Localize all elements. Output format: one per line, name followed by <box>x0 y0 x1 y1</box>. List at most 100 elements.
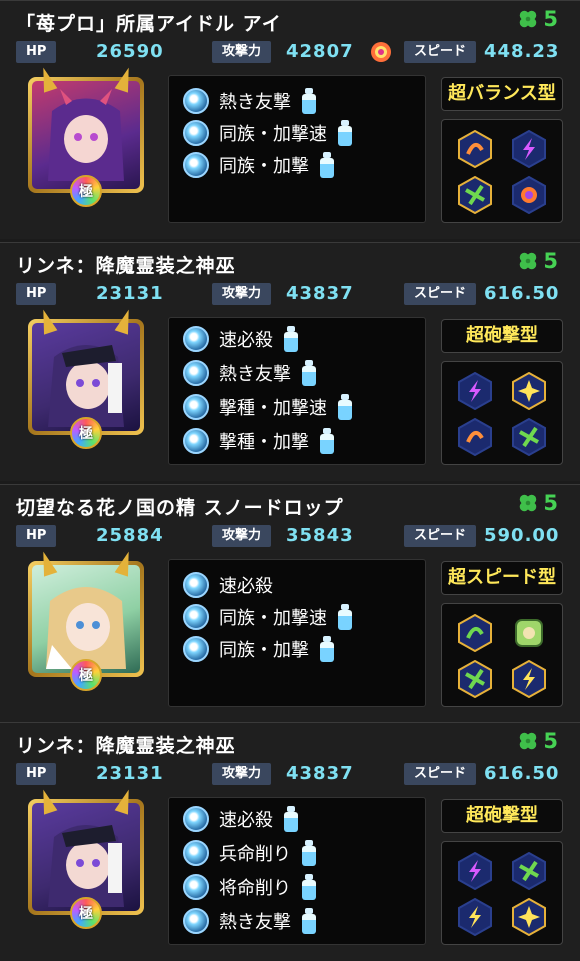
ability-label: 撃種・加撃 <box>219 432 309 453</box>
hp-label: HP <box>16 763 57 785</box>
monster-name: リンネ：降魔霊装之神巫 <box>16 255 236 277</box>
bottle-icon <box>319 428 335 454</box>
lightning-icon <box>458 898 492 936</box>
monster-card[interactable]: リンネ：降魔霊装之神巫 5 HP 23131 攻撃力 43837 スピード 61… <box>0 722 580 961</box>
hp-value: 25884 <box>96 525 164 546</box>
bottle-icon <box>301 840 317 866</box>
sun-gear-icon <box>512 176 546 214</box>
speed-label: スピード <box>404 763 477 785</box>
ability-label: 熱き友撃 <box>219 912 291 933</box>
recovery-icon <box>458 130 492 168</box>
kiwami-badge: 極 <box>70 417 102 449</box>
ability-row: 同族・加撃 <box>183 634 335 664</box>
ability-row: 熱き友撃 <box>183 86 317 116</box>
ability-row: 同族・加撃速 <box>183 118 353 148</box>
lightning-icon <box>512 660 546 698</box>
gauge-panel <box>441 119 563 223</box>
speed-value: 590.00 <box>484 525 560 546</box>
dark-blast-icon <box>458 176 492 214</box>
hp-value: 23131 <box>96 763 164 784</box>
speed-label: スピード <box>404 41 477 63</box>
monster-portrait[interactable]: 極 <box>28 549 144 691</box>
attack-label: 攻撃力 <box>212 41 272 63</box>
ability-gem-icon <box>183 604 209 630</box>
bottle-icon <box>319 636 335 662</box>
ability-row: 同族・加撃速 <box>183 602 353 632</box>
ability-row: 撃種・加撃速 <box>183 392 353 422</box>
ability-row: 速必殺 <box>183 324 299 354</box>
monster-card[interactable]: リンネ：降魔霊装之神巫 5 HP 23131 攻撃力 43837 スピード 61… <box>0 242 580 481</box>
ability-label: 速必殺 <box>219 330 273 351</box>
kiwami-badge: 極 <box>70 897 102 929</box>
attack-value: 35843 <box>286 525 354 546</box>
luck-badge: 5 <box>517 729 558 753</box>
ability-row: 速必殺 <box>183 804 299 834</box>
ability-label: 撃種・加撃速 <box>219 398 327 419</box>
bottle-icon <box>337 120 353 146</box>
ability-label: 速必殺 <box>219 810 273 831</box>
stats-row: HP 26590 攻撃力 42807 スピード 448.23 <box>16 41 568 65</box>
ability-row: 熱き友撃 <box>183 358 317 388</box>
monster-card[interactable]: 「苺プロ」所属アイドル アイ 5 HP 26590 攻撃力 42807 スピード… <box>0 0 580 239</box>
stats-row: HP 23131 攻撃力 43837 スピード 616.50 <box>16 763 568 787</box>
ability-gem-icon <box>183 908 209 934</box>
bottle-icon <box>283 326 299 352</box>
abilities-panel: 速必殺 熱き友撃 撃種・加撃速 撃種・加撃 <box>168 317 426 465</box>
dark-blast-icon <box>512 852 546 890</box>
bottle-icon <box>283 806 299 832</box>
luck-badge: 5 <box>517 249 558 273</box>
ability-row: 将命削り <box>183 872 317 902</box>
ability-label: 同族・加撃速 <box>219 608 327 629</box>
clover-icon <box>520 10 537 28</box>
bottle-icon <box>301 360 317 386</box>
clover-icon <box>520 252 537 270</box>
luck-value: 5 <box>543 491 558 515</box>
hand-card-icon <box>515 619 543 647</box>
ability-label: 熱き友撃 <box>219 364 291 385</box>
ability-label: 速必殺 <box>219 576 273 597</box>
ability-gem-icon <box>183 874 209 900</box>
monster-portrait[interactable]: 極 <box>28 307 144 449</box>
kiwami-badge: 極 <box>70 175 102 207</box>
bottle-icon <box>301 88 317 114</box>
abilities-panel: 熱き友撃 同族・加撃速 同族・加撃 <box>168 75 426 223</box>
luck-value: 5 <box>543 7 558 31</box>
hp-label: HP <box>16 525 57 547</box>
type-badge: 超バランス型 <box>441 77 563 111</box>
lightning-icon <box>512 130 546 168</box>
hp-label: HP <box>16 283 57 305</box>
portrait-art <box>32 323 140 431</box>
type-badge: 超砲撃型 <box>441 799 563 833</box>
burst-icon <box>512 898 546 936</box>
bottle-icon <box>301 908 317 934</box>
monster-name: リンネ：降魔霊装之神巫 <box>16 735 236 757</box>
portrait-art <box>32 565 140 673</box>
monster-portrait[interactable]: 極 <box>28 787 144 929</box>
recovery-icon <box>458 418 492 456</box>
type-badge: 超砲撃型 <box>441 319 563 353</box>
hp-label: HP <box>16 41 57 63</box>
lightning-icon <box>458 372 492 410</box>
burst-icon <box>512 372 546 410</box>
ability-gem-icon <box>183 326 209 352</box>
lightning-icon <box>458 852 492 890</box>
recovery-icon <box>458 614 492 652</box>
luck-value: 5 <box>543 729 558 753</box>
ability-label: 同族・加撃 <box>219 640 309 661</box>
speed-value: 616.50 <box>484 283 560 304</box>
bottle-icon <box>337 604 353 630</box>
ability-row: 同族・加撃 <box>183 150 335 180</box>
kiwami-badge: 極 <box>70 659 102 691</box>
stats-row: HP 25884 攻撃力 35843 スピード 590.00 <box>16 525 568 549</box>
monster-card[interactable]: 切望なる花ノ国の精 スノードロップ 5 HP 25884 攻撃力 35843 ス… <box>0 484 580 723</box>
luck-value: 5 <box>543 249 558 273</box>
type-badge: 超スピード型 <box>441 561 563 595</box>
abilities-panel: 速必殺 兵命削り 将命削り 熱き友撃 <box>168 797 426 945</box>
ability-label: 将命削り <box>219 878 291 899</box>
luck-badge: 5 <box>517 7 558 31</box>
ability-gem-icon <box>183 152 209 178</box>
monster-portrait[interactable]: 極 <box>28 65 144 207</box>
ability-label: 同族・加撃速 <box>219 124 327 145</box>
monster-list: 「苺プロ」所属アイドル アイ 5 HP 26590 攻撃力 42807 スピード… <box>0 0 580 961</box>
clover-icon <box>520 494 537 512</box>
